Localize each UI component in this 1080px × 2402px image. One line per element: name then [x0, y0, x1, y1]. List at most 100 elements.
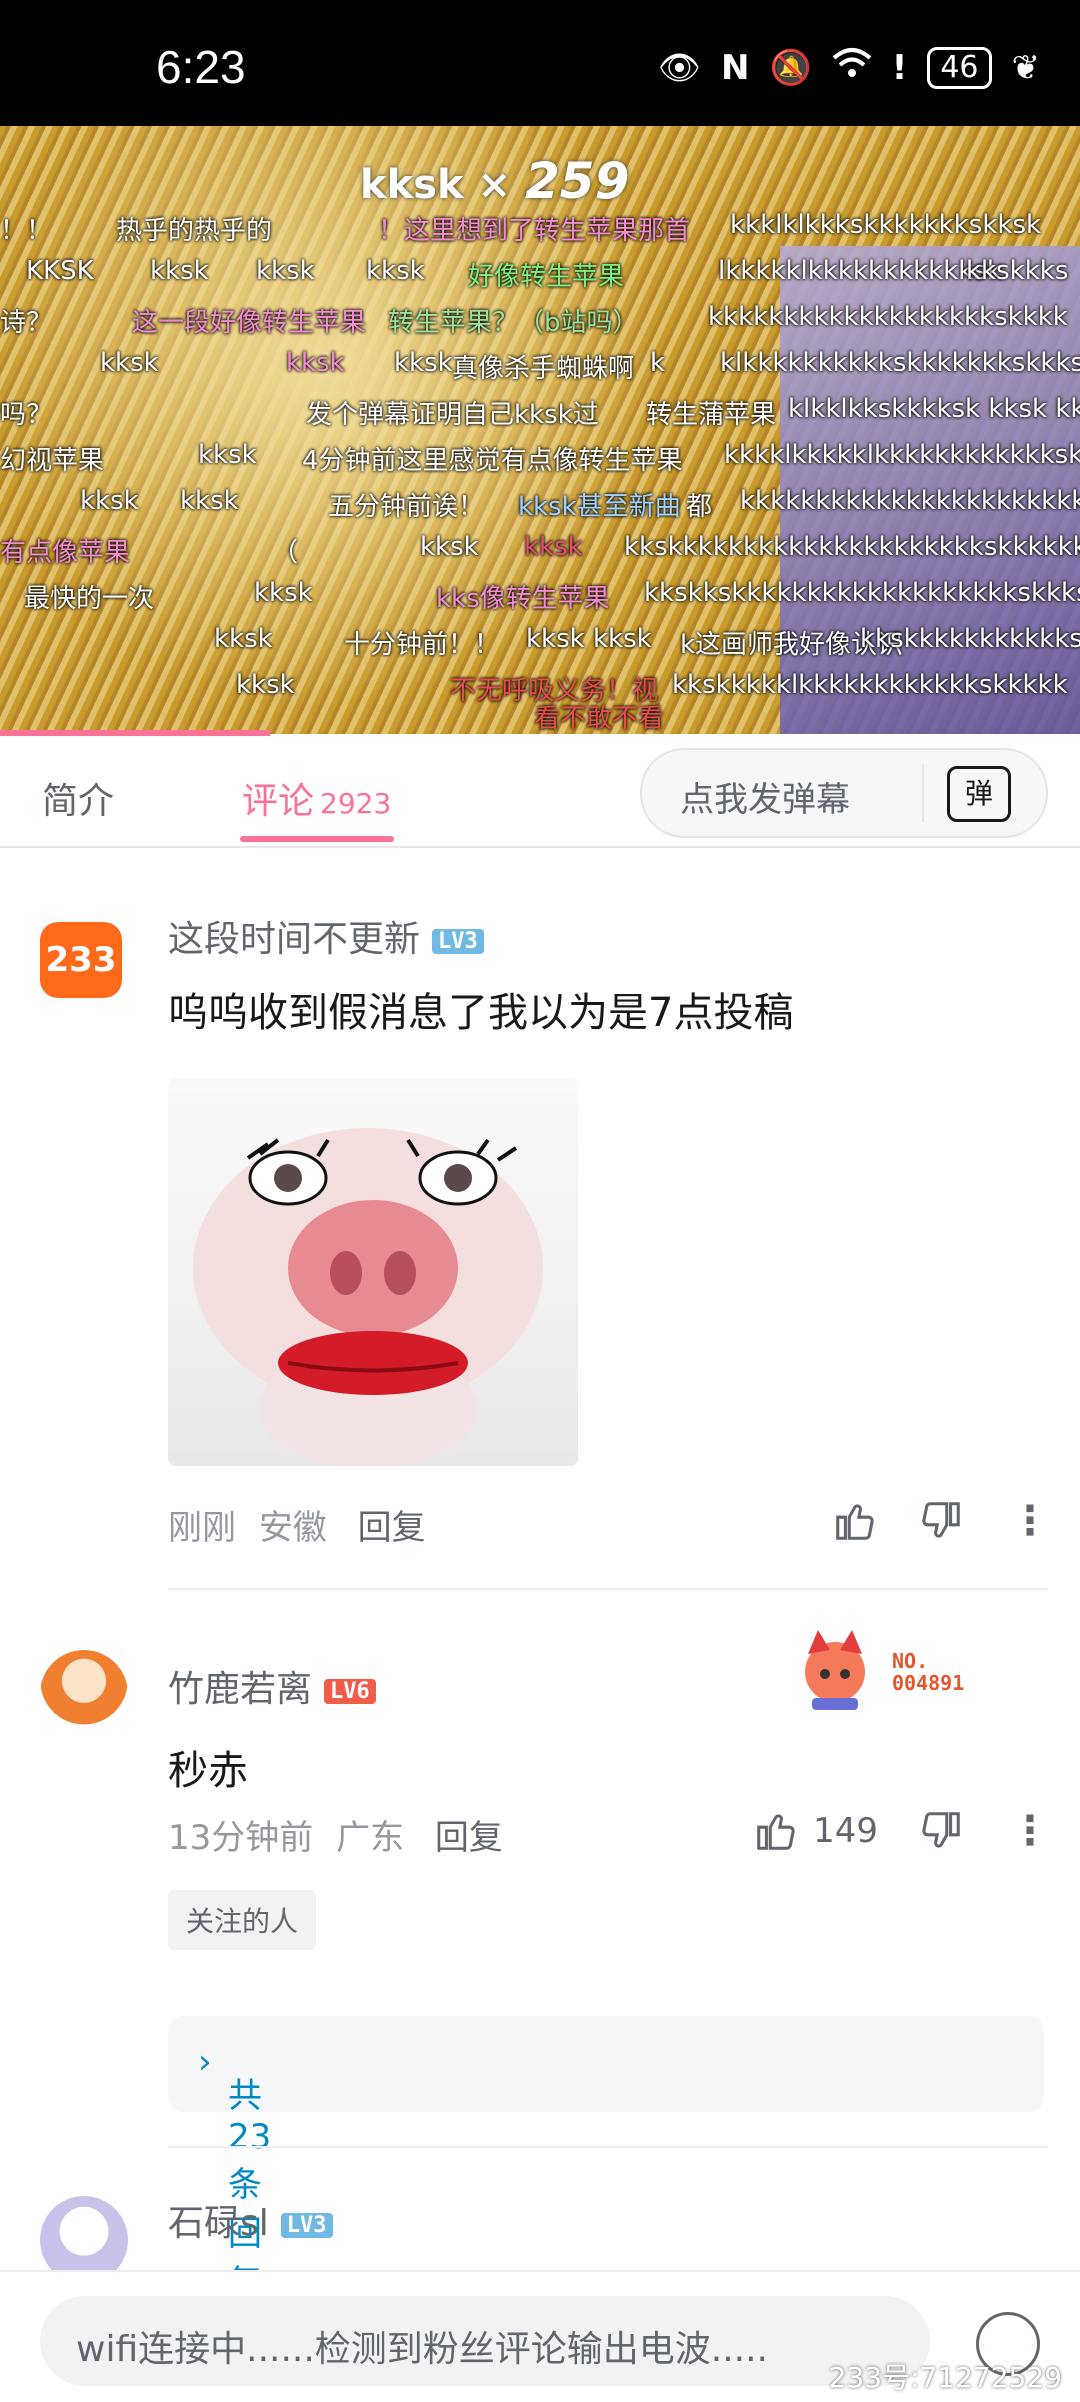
danmaku-comment: kksk: [286, 348, 345, 378]
followed-tag: 关注的人: [168, 1890, 317, 1950]
danmaku-comment: 热乎的热乎的: [116, 216, 273, 246]
danmaku-comment: kkskkkkkkkkkkkskkkskkkk: [860, 624, 1080, 654]
status-time: 6:23: [156, 41, 246, 93]
tab-comments[interactable]: 评论 2923: [242, 772, 391, 824]
tab-comments-count: 2923: [320, 787, 392, 820]
danmaku-comment: kksk: [254, 578, 313, 608]
comment-actions: ⋮: [792, 1498, 1050, 1544]
danmaku-comment: kkkkkkkkkkkkkkkkkkkskkkk: [708, 302, 1068, 332]
combo-text: kksk ×: [360, 162, 512, 208]
comment-divider: [168, 1588, 1048, 1590]
danmaku-comment: kkkkkkkkkkkkkkkkkkkkkkkskkk: [740, 486, 1080, 516]
danmaku-comment: k: [650, 348, 666, 378]
danmaku-input-placeholder: 点我发弹幕: [680, 780, 850, 820]
danmaku-comment: kksk: [80, 486, 139, 516]
danmaku-comment: kkkklkkkkklkkkkkkkkkkkkskkksk: [724, 440, 1080, 470]
danmaku-comment: klkkkkkkkkkkskkkkkkkskkksk: [720, 348, 1080, 378]
fan-badge[interactable]: NO. 004891: [790, 1620, 990, 1720]
danmaku-comment: 十分钟前！！: [344, 630, 501, 660]
view-replies-label: 共23条回复: [228, 2076, 272, 2303]
danmaku-comment: kksk kksk: [526, 624, 652, 654]
danmaku-comment: 这一段好像转生苹果: [132, 308, 367, 338]
danmaku-comment: （: [272, 538, 299, 568]
danmaku-combo: kksk × 259: [360, 152, 629, 210]
danmaku-comment: kksk: [394, 348, 453, 378]
level-badge: LV6: [324, 1678, 376, 1704]
comment-divider: [168, 2146, 1048, 2148]
danmaku-comment: kksk: [214, 624, 273, 654]
comment-meta: 刚刚 安徽 回复: [168, 1500, 426, 1549]
comment-location: 安徽: [258, 1508, 327, 1548]
danmaku-toggle-button[interactable]: 弹: [947, 766, 1011, 822]
tab-bar: 简介 评论 2923 点我发弹幕 弹: [0, 736, 1080, 848]
tab-active-indicator: [240, 836, 394, 842]
dislike-button[interactable]: [918, 1808, 964, 1854]
reply-button[interactable]: 回复: [435, 1818, 503, 1858]
leaf-icon: ❦: [1011, 47, 1041, 88]
mute-icon: 🔕: [769, 47, 812, 88]
danmaku-comment: kksk: [198, 440, 257, 470]
username-text: 竹鹿若离: [168, 1669, 313, 1710]
reply-button[interactable]: 回复: [358, 1508, 426, 1548]
danmaku-comment: kksk: [236, 670, 295, 700]
avatar-text: 233: [45, 940, 117, 980]
more-icon[interactable]: ⋮: [1010, 1498, 1050, 1544]
battery-indicator: 46: [927, 46, 992, 89]
alert-icon: !: [891, 47, 908, 88]
status-bar: 6:23 👁 N 🔕 ! 46 ❦: [0, 0, 1080, 126]
comment-image[interactable]: [168, 1078, 578, 1466]
danmaku-comment: ！！: [0, 216, 53, 246]
watermark: 233号:71272529: [828, 2361, 1062, 2394]
danmaku-comment: ！这里想到了转生苹果那首: [378, 216, 691, 246]
danmaku-input[interactable]: 点我发弹幕 弹: [640, 748, 1048, 838]
thumbs-down-icon: [922, 1502, 960, 1538]
danmaku-comment: kkskkkkkkkkkkkkkkkkkkkkkskkkkkkkkskkk: [624, 532, 1080, 562]
avatar[interactable]: 233: [40, 922, 122, 998]
comment-username[interactable]: 竹鹿若离 LV6: [168, 1660, 376, 1712]
avatar[interactable]: [40, 1650, 128, 1738]
comment-username[interactable]: 石碌sl LV3: [168, 2194, 333, 2246]
like-button[interactable]: [832, 1498, 878, 1544]
danmaku-comment: kksk甚至新曲: [518, 492, 681, 522]
comment-content: 秒赤: [168, 1748, 248, 1794]
username-text: 这段时间不更新: [168, 919, 421, 960]
danmaku-comment: 好像转生苹果: [468, 262, 625, 292]
danmaku-comment: kksk: [524, 532, 583, 562]
tab-comments-label: 评论: [242, 781, 315, 822]
danmaku-comment: 最快的一次: [24, 584, 155, 614]
thumbs-down-icon: [922, 1812, 960, 1848]
danmaku-comment: 诗？: [0, 308, 53, 338]
danmaku-comment: 真像杀手蜘蛛啊: [452, 354, 635, 384]
comment-input-placeholder: wifi连接中......检测到粉丝评论输出电波.....: [76, 2329, 768, 2370]
danmaku-comment: kkskkkkklkkkkkkkkkkkkskkkkk: [672, 670, 1068, 700]
level-badge: LV3: [432, 928, 484, 954]
danmaku-comment: kkklklkkkskkkkkkkskksk: [730, 210, 1042, 240]
fan-badge-number: 004891: [892, 1671, 965, 1695]
more-icon[interactable]: ⋮: [1010, 1808, 1050, 1854]
nfc-icon: N: [720, 47, 750, 88]
like-button[interactable]: 149: [753, 1808, 878, 1854]
danmaku-comment: 转生苹果？（b站吗）: [388, 308, 639, 338]
comment-time: 刚刚: [168, 1508, 236, 1548]
comment-input[interactable]: wifi连接中......检测到粉丝评论输出电波.....: [40, 2296, 930, 2386]
combo-count: 259: [525, 152, 630, 210]
danmaku-comment: 都: [686, 492, 713, 522]
view-replies-button[interactable]: 共23条回复 ›: [168, 2016, 1044, 2303]
dislike-button[interactable]: [918, 1498, 964, 1544]
danmaku-comment: KKSK: [26, 256, 94, 286]
danmaku-comment: 看不敢不看: [534, 704, 665, 734]
danmaku-comment: 转生蒲苹果: [646, 400, 777, 430]
fan-badge-label: NO.: [892, 1649, 929, 1673]
status-icons: 👁 N 🔕 ! 46 ❦: [658, 46, 1040, 89]
tab-intro[interactable]: 简介: [42, 772, 114, 824]
danmaku-comment: 有点像苹果: [0, 538, 131, 568]
danmaku-comment: 4分钟前这里感觉有点像转生苹果: [302, 446, 683, 476]
danmaku-comment: lkkkkklkkkkkkkkkkksk: [718, 256, 1002, 286]
video-player[interactable]: kksk × 259 ！！ 热乎的热乎的 ！这里想到了转生苹果那首 kkklklkkk…: [0, 126, 1080, 734]
level-badge: LV3: [280, 2212, 333, 2238]
fan-badge-avatar: [805, 1630, 865, 1710]
comment-username[interactable]: 这段时间不更新 LV3: [168, 910, 484, 962]
danmaku-comment: kksk: [100, 348, 159, 378]
comment-time: 13分钟前: [168, 1818, 314, 1858]
eye-icon: 👁: [657, 47, 701, 88]
